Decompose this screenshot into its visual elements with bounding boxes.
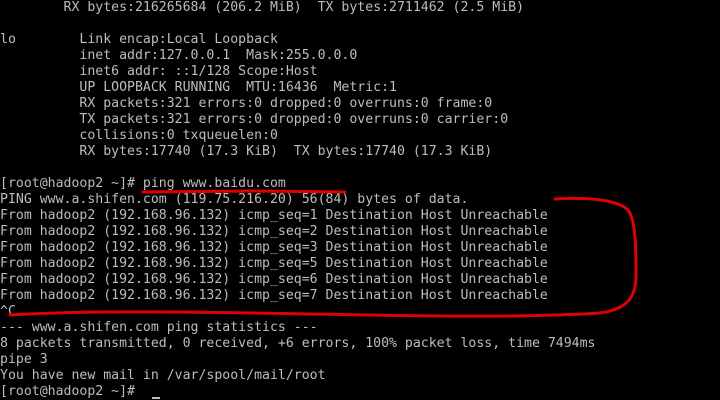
terminal-line-8: TX packets:321 errors:0 dropped:0 overru… (0, 112, 509, 127)
terminal-line-6: UP LOOPBACK RUNNING MTU:16436 Metric:1 (0, 80, 397, 95)
text-cursor (152, 397, 160, 399)
ping-reply-line: From hadoop2 (192.168.96.132) icmp_seq=6… (0, 272, 548, 287)
terminal-prompt-ping-command: [root@hadoop2 ~]# ping www.baidu.com (0, 176, 286, 191)
ping-reply-line: From hadoop2 (192.168.96.132) icmp_seq=2… (0, 224, 548, 239)
ping-statistics-summary: 8 packets transmitted, 0 received, +6 er… (0, 336, 596, 351)
terminal-line-1: RX bytes:216265684 (206.2 MiB) TX bytes:… (0, 0, 525, 15)
terminal-line-3: lo Link encap:Local Loopback (0, 32, 278, 47)
ping-reply-line: From hadoop2 (192.168.96.132) icmp_seq=1… (0, 208, 548, 223)
terminal-prompt-current[interactable]: [root@hadoop2 ~]# (0, 384, 143, 400)
terminal-window[interactable]: RX bytes:216265684 (206.2 MiB) TX bytes:… (0, 0, 720, 400)
terminal-line-4: inet addr:127.0.0.1 Mask:255.0.0.0 (0, 48, 358, 63)
ping-reply-line: From hadoop2 (192.168.96.132) icmp_seq=7… (0, 288, 548, 303)
terminal-line-9: collisions:0 txqueuelen:0 (0, 128, 278, 143)
pipe-line: pipe 3 (0, 352, 48, 367)
interrupt-line: ^C (0, 304, 16, 319)
ping-reply-line: From hadoop2 (192.168.96.132) icmp_seq=5… (0, 256, 548, 271)
terminal-line-10: RX bytes:17740 (17.3 KiB) TX bytes:17740… (0, 144, 493, 159)
ping-header-line: PING www.a.shifen.com (119.75.216.20) 56… (0, 192, 469, 207)
terminal-line-7: RX packets:321 errors:0 dropped:0 overru… (0, 96, 493, 111)
terminal-line-5: inet6 addr: ::1/128 Scope:Host (0, 64, 318, 79)
mail-notice-line: You have new mail in /var/spool/mail/roo… (0, 368, 326, 383)
ping-reply-line: From hadoop2 (192.168.96.132) icmp_seq=3… (0, 240, 548, 255)
ping-statistics-header: --- www.a.shifen.com ping statistics --- (0, 320, 318, 335)
